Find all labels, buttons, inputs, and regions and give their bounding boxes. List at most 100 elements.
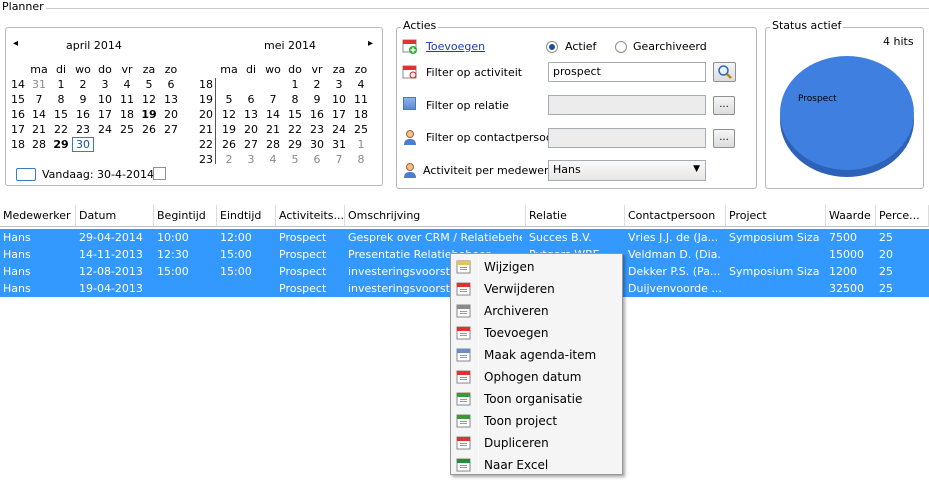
radio-archived[interactable] [615,41,627,53]
add-link[interactable]: Toevoegen [426,40,485,53]
calendar-day[interactable]: 1 [350,137,372,152]
calendar-day[interactable]: 7 [328,152,350,167]
column-header[interactable]: Medewerker [0,205,76,227]
calendar-day[interactable]: 2 [306,77,328,92]
column-header[interactable]: Datum [76,205,154,227]
calendar-day[interactable]: 17 [328,107,350,122]
calendar-day[interactable]: 28 [262,137,284,152]
menu-item[interactable]: Toon organisatie [453,388,620,410]
calendar-day[interactable]: 8 [284,92,306,107]
calendar-day[interactable]: 6 [160,77,182,92]
calendar-day[interactable]: 24 [94,122,116,137]
column-header[interactable]: Eindtijd [217,205,276,227]
filter-relation-input[interactable] [548,95,706,115]
menu-item[interactable]: Naar Excel [453,454,620,476]
column-header[interactable]: Begintijd [154,205,217,227]
calendar-day[interactable]: 20 [240,122,262,137]
calendar-day[interactable]: 1 [50,77,72,92]
calendar-day[interactable]: 29 [284,137,306,152]
column-header[interactable]: Perce... [876,205,929,227]
calendar-day[interactable]: 17 [94,107,116,122]
calendar-day[interactable]: 25 [350,122,372,137]
calendar-day[interactable]: 22 [50,122,72,137]
today-box-icon[interactable] [16,168,36,181]
menu-item[interactable]: Verwijderen [453,278,620,300]
today-label[interactable]: Vandaag: 30-4-2014 [42,168,154,181]
next-month-icon[interactable]: ▸ [368,38,373,49]
calendar-day[interactable]: 23 [72,122,94,137]
calendar-day[interactable]: 21 [262,122,284,137]
calendar-day[interactable]: 26 [218,137,240,152]
calendar-day[interactable]: 21 [28,122,50,137]
calendar-day[interactable]: 13 [160,92,182,107]
column-header[interactable]: Omschrijving [345,205,526,227]
calendar-day[interactable]: 6 [240,92,262,107]
calendar-day-today[interactable]: 30 [72,137,94,152]
column-header[interactable]: Project [726,205,826,227]
search-button[interactable] [713,62,736,82]
calendar-day[interactable]: 15 [50,107,72,122]
calendar-day[interactable]: 7 [262,92,284,107]
menu-item[interactable]: Toevoegen [453,322,620,344]
calendar-day[interactable]: 3 [328,77,350,92]
today-checkbox[interactable] [153,167,166,180]
calendar-day[interactable]: 8 [350,152,372,167]
calendar-day[interactable]: 16 [306,107,328,122]
calendar-day[interactable]: 3 [240,152,262,167]
menu-item[interactable]: Dupliceren [453,432,620,454]
calendar-day[interactable]: 11 [350,92,372,107]
calendar-day[interactable]: 5 [138,77,160,92]
calendar-day[interactable]: 8 [50,92,72,107]
calendar-day[interactable]: 18 [116,107,138,122]
calendar-day[interactable]: 23 [306,122,328,137]
calendar-day[interactable]: 31 [328,137,350,152]
calendar-day[interactable]: 10 [94,92,116,107]
calendar-day[interactable]: 18 [350,107,372,122]
calendar-day[interactable]: 6 [306,152,328,167]
calendar-day[interactable]: 20 [160,107,182,122]
filter-activity-input[interactable]: prospect [548,62,706,82]
contact-browse-button[interactable]: ... [713,129,735,148]
calendar-day[interactable]: 28 [28,137,50,152]
calendar-day[interactable]: 11 [116,92,138,107]
calendar-day[interactable]: 5 [284,152,306,167]
calendar-day[interactable]: 2 [72,77,94,92]
radio-active[interactable] [546,41,558,53]
calendar-day[interactable]: 4 [116,77,138,92]
menu-item[interactable]: Toon project [453,410,620,432]
calendar-day[interactable]: 19 [218,122,240,137]
radio-active-label[interactable]: Actief [565,40,596,53]
calendar-day[interactable]: 26 [138,122,160,137]
calendar-day[interactable]: 24 [328,122,350,137]
calendar-day[interactable]: 5 [218,92,240,107]
calendar-day[interactable]: 14 [262,107,284,122]
calendar-day[interactable]: 31 [28,77,50,92]
calendar-day[interactable]: 2 [218,152,240,167]
calendar-day[interactable]: 4 [262,152,284,167]
employee-select[interactable]: Hans ▼ [548,160,706,181]
menu-item[interactable]: Archiveren [453,300,620,322]
calendar-day[interactable]: 4 [350,77,372,92]
calendar-day[interactable]: 1 [284,77,306,92]
calendar-day[interactable]: 27 [160,122,182,137]
menu-item[interactable]: Ophogen datum [453,366,620,388]
calendar-day[interactable]: 16 [72,107,94,122]
calendar-day[interactable]: 12 [218,107,240,122]
radio-archived-label[interactable]: Gearchiveerd [633,40,707,53]
calendar-day[interactable]: 13 [240,107,262,122]
calendar-day[interactable]: 19 [138,107,160,122]
calendar-day[interactable]: 9 [306,92,328,107]
menu-item[interactable]: Maak agenda-item [453,344,620,366]
calendar-day[interactable]: 30 [306,137,328,152]
prev-month-icon[interactable]: ◂ [13,38,18,49]
column-header[interactable]: Waarde [826,205,876,227]
filter-contact-input[interactable] [548,128,706,148]
calendar-day[interactable]: 9 [72,92,94,107]
column-header[interactable]: Activiteits... [276,205,345,227]
menu-item[interactable]: Wijzigen [453,256,620,278]
calendar-day[interactable]: 22 [284,122,306,137]
calendar-day[interactable]: 27 [240,137,262,152]
calendar-day[interactable]: 15 [284,107,306,122]
column-header[interactable]: Contactpersoon [625,205,726,227]
calendar-day[interactable]: 7 [28,92,50,107]
